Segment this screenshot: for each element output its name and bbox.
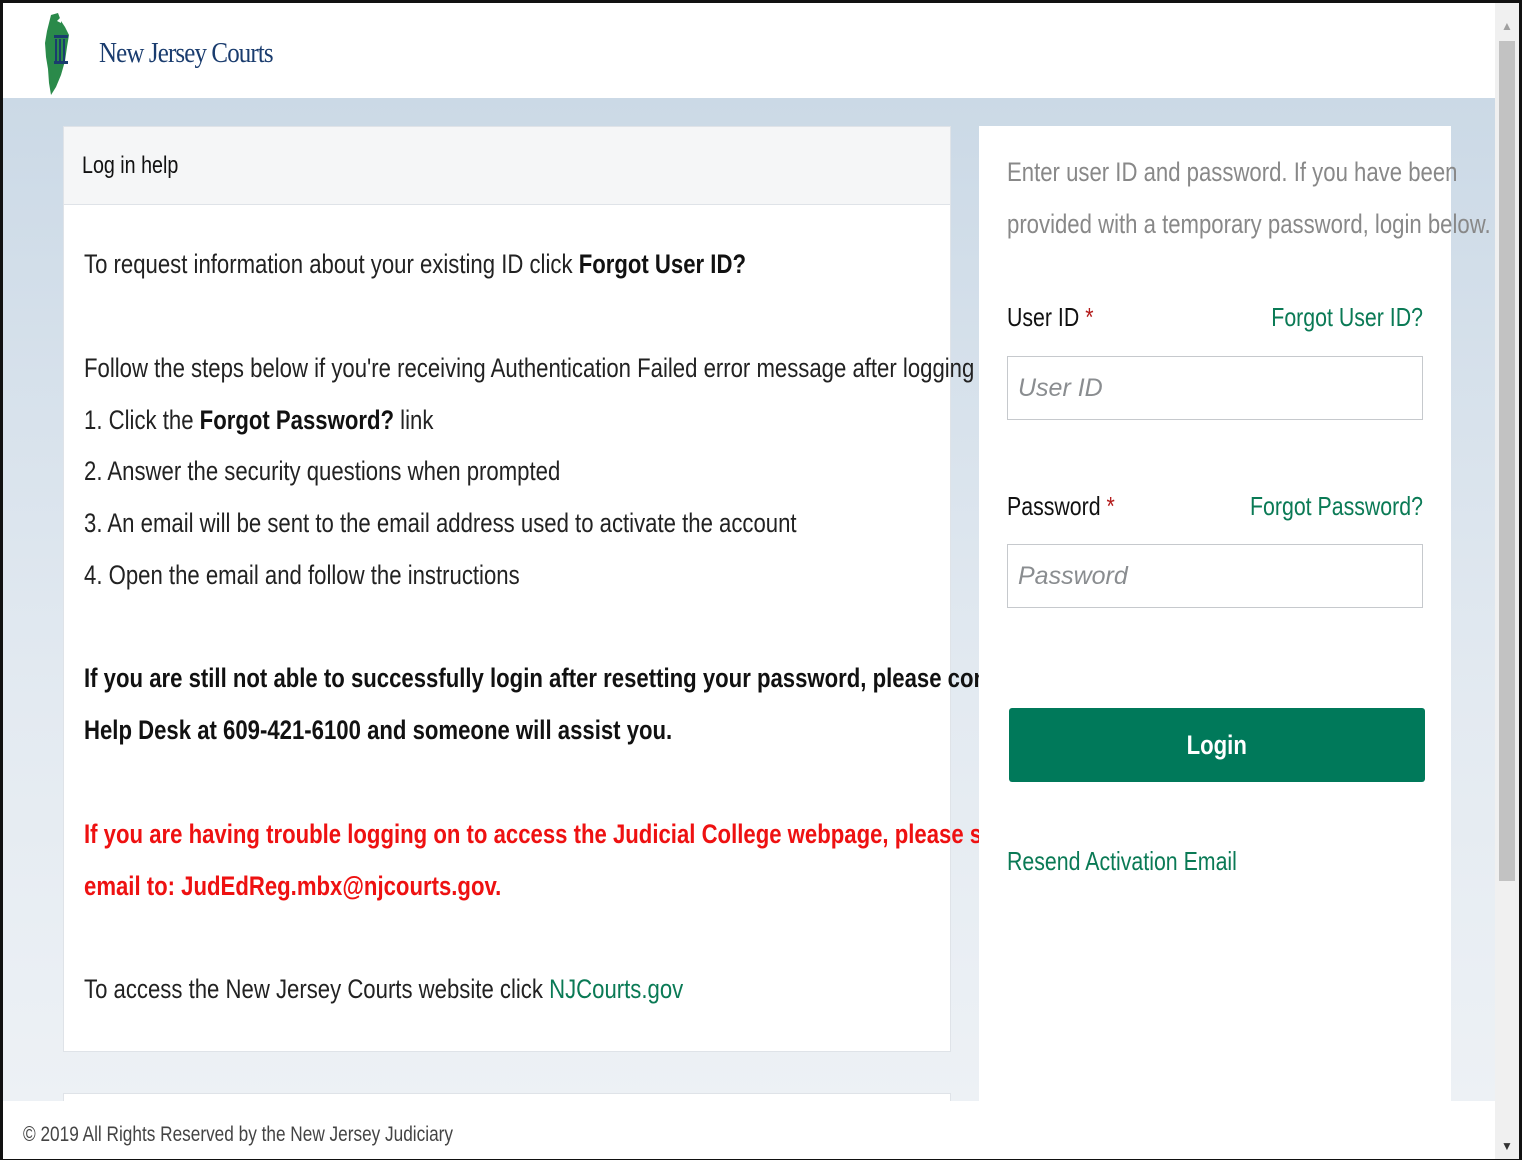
website-access-line: To access the New Jersey Courts website … [84,974,684,1004]
step-4: 4. Open the email and follow the instruc… [84,560,520,590]
help-panel-title: Log in help [82,151,179,179]
step-2: 2. Answer the security questions when pr… [84,456,561,486]
step-3: 3. An email will be sent to the email ad… [84,508,797,538]
judicial-college-notice-line-2: email to: JudEdReg.mbx@njcourts.gov. [84,871,502,901]
njcourts-website-link[interactable]: NJCourts.gov [549,974,683,1004]
step-1: 1. Click the Forgot Password? link [84,405,434,435]
scrollbar-thumb[interactable] [1499,41,1515,881]
forgot-userid-link[interactable]: Forgot User ID? [1238,302,1423,333]
site-logo[interactable]: New Jersey Courts [43,13,274,95]
site-header: New Jersey Courts [3,3,1495,98]
forgot-id-instruction: To request information about your existi… [84,249,746,279]
userid-required-marker: * [1085,302,1094,332]
login-form-panel: Enter user ID and password. If you have … [979,126,1491,1106]
login-instructions: Enter user ID and password. If you have … [1007,157,1491,239]
copyright-text: © 2019 All Rights Reserved by the New Je… [23,1123,453,1146]
scroll-down-arrow-icon[interactable]: ▼ [1495,1131,1519,1159]
login-help-panel: Log in help To request information about… [63,126,1066,1052]
login-button[interactable]: Login [1009,708,1425,782]
password-input[interactable] [1007,544,1423,608]
vertical-scrollbar[interactable]: ▲ ▼ [1495,3,1519,1159]
page-footer: © 2019 All Rights Reserved by the New Je… [3,1101,1495,1159]
forgot-id-emphasis: Forgot User ID? [578,249,746,279]
forgot-password-link[interactable]: Forgot Password? [1212,491,1423,522]
resend-activation-email-link[interactable]: Resend Activation Email [1007,846,1287,877]
help-panel-header: Log in help [64,127,950,205]
scroll-up-arrow-icon[interactable]: ▲ [1495,11,1519,41]
forgot-password-emphasis: Forgot Password? [199,405,395,435]
nj-courts-logo-icon [45,13,69,95]
userid-label: User ID * [1007,302,1094,332]
password-label: Password * [1007,491,1115,521]
logo-text: New Jersey Courts [99,37,274,69]
page-background: Log in help To request information about… [3,98,1495,1106]
help-desk-contact-line-2: Help Desk at 609-421-6100 and someone wi… [84,715,673,745]
password-required-marker: * [1106,491,1115,521]
browser-frame: New Jersey Courts Log in help To request… [0,0,1522,1160]
userid-input[interactable] [1007,356,1423,420]
